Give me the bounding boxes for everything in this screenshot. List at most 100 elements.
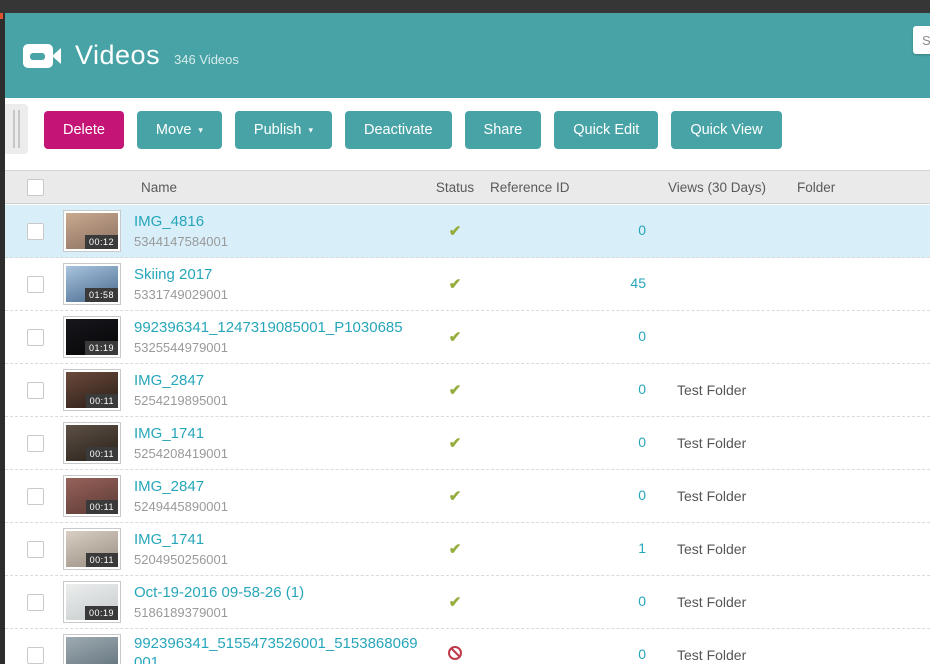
duration-badge: 00:11 [86,394,118,408]
status-active-check-icon: ✔ [449,276,462,293]
row-checkbox[interactable] [27,276,44,293]
duration-badge: 00:19 [85,606,118,620]
views-link[interactable]: 0 [638,487,646,503]
top-chrome-bar [0,0,930,13]
table-row[interactable]: 00:11 IMG_1741 5204950256001 ✔ 1 Test Fo… [5,523,930,576]
status-cell: ✔ [430,275,480,294]
folder-name: Test Folder [650,647,770,663]
status-active-check-icon: ✔ [449,223,462,240]
video-thumbnail[interactable]: 00:11 [63,369,121,411]
status-active-check-icon: ✔ [449,329,462,346]
video-id: 5325544979001 [134,340,420,355]
app-header: Videos 346 Videos [5,13,930,98]
column-header-status[interactable]: Status [430,180,480,195]
video-thumbnail[interactable]: 00:11 [63,422,121,464]
table-row[interactable]: 00:12 IMG_4816 5344147584001 ✔ 0 [5,205,930,258]
row-checkbox[interactable] [27,382,44,399]
video-name-link[interactable]: IMG_1741 [134,531,420,550]
duration-badge: 01:19 [85,341,118,355]
status-cell: ✔ [430,222,480,241]
status-cell: ✔ [430,593,480,612]
row-checkbox[interactable] [27,594,44,611]
views-link[interactable]: 0 [638,434,646,450]
duration-badge: 00:11 [86,447,118,461]
table-row[interactable]: 992396341_5155473526001_5153868069001 0 … [5,629,930,664]
panel-grip-handle[interactable] [5,104,28,154]
folder-name: Test Folder [650,382,770,398]
duration-badge: 00:11 [86,500,118,514]
views-link[interactable]: 1 [638,540,646,556]
video-thumbnail[interactable]: 00:11 [63,528,121,570]
status-active-check-icon: ✔ [449,541,462,558]
select-all-checkbox[interactable] [27,179,44,196]
status-cell: ✔ [430,434,480,453]
video-thumbnail[interactable]: 01:19 [63,316,121,358]
video-thumbnail[interactable]: 00:12 [63,210,121,252]
views-link[interactable]: 45 [630,275,646,291]
video-id: 5331749029001 [134,287,420,302]
video-name-link[interactable]: Oct-19-2016 09-58-26 (1) [134,584,420,603]
table-row[interactable]: 01:58 Skiing 2017 5331749029001 ✔ 45 [5,258,930,311]
row-checkbox[interactable] [27,435,44,452]
table-row[interactable]: 00:11 IMG_2847 5254219895001 ✔ 0 Test Fo… [5,364,930,417]
video-id: 5254219895001 [134,393,420,408]
status-active-check-icon: ✔ [449,488,462,505]
video-camera-icon [23,44,61,68]
search-input[interactable] [913,26,930,54]
video-name-link[interactable]: IMG_1741 [134,425,420,444]
column-header-reference-id[interactable]: Reference ID [480,180,650,195]
left-edge-strip [0,13,5,664]
row-checkbox[interactable] [27,647,44,664]
table-row[interactable]: 00:11 IMG_1741 5254208419001 ✔ 0 Test Fo… [5,417,930,470]
page-title: Videos [75,40,160,71]
toolbar: Delete Move▾ Publish▾ Deactivate Share Quick … [5,98,930,170]
video-id: 5204950256001 [134,552,420,567]
toolbar-button-share[interactable]: Share [465,111,542,149]
toolbar-button-quick-edit[interactable]: Quick Edit [554,111,658,149]
video-name-link[interactable]: Skiing 2017 [134,266,420,285]
toolbar-button-move[interactable]: Move▾ [137,111,222,149]
duration-badge: 00:12 [85,235,118,249]
row-checkbox[interactable] [27,223,44,240]
toolbar-button-quick-view[interactable]: Quick View [671,111,781,149]
toolbar-button-deactivate[interactable]: Deactivate [345,111,452,149]
views-link[interactable]: 0 [638,328,646,344]
video-name-link[interactable]: IMG_2847 [134,478,420,497]
video-thumbnail[interactable]: 00:19 [63,581,121,623]
video-name-link[interactable]: IMG_2847 [134,372,420,391]
row-checkbox[interactable] [27,541,44,558]
views-link[interactable]: 0 [638,381,646,397]
video-thumbnail[interactable]: 00:11 [63,475,121,517]
status-cell [430,646,480,664]
video-id: 5254208419001 [134,446,420,461]
status-active-check-icon: ✔ [449,594,462,611]
video-id: 5344147584001 [134,234,420,249]
video-name-link[interactable]: 992396341_1247319085001_P1030685 [134,319,420,338]
video-thumbnail[interactable]: 01:58 [63,263,121,305]
column-header-folder[interactable]: Folder [770,180,930,195]
folder-name: Test Folder [650,488,770,504]
row-checkbox[interactable] [27,329,44,346]
column-header-views[interactable]: Views (30 Days) [650,180,770,195]
video-id: 5186189379001 [134,605,420,620]
status-active-check-icon: ✔ [449,382,462,399]
row-checkbox[interactable] [27,488,44,505]
status-cell: ✔ [430,328,480,347]
folder-name: Test Folder [650,541,770,557]
folder-name: Test Folder [650,594,770,610]
toolbar-button-delete[interactable]: Delete [44,111,124,149]
column-header-name[interactable]: Name [134,180,430,195]
toolbar-button-publish[interactable]: Publish▾ [235,111,332,149]
status-cell: ✔ [430,487,480,506]
views-link[interactable]: 0 [638,646,646,662]
table-row[interactable]: 00:19 Oct-19-2016 09-58-26 (1) 518618937… [5,576,930,629]
video-name-link[interactable]: IMG_4816 [134,213,420,232]
table-row[interactable]: 00:11 IMG_2847 5249445890001 ✔ 0 Test Fo… [5,470,930,523]
views-link[interactable]: 0 [638,593,646,609]
table-row[interactable]: 01:19 992396341_1247319085001_P1030685 5… [5,311,930,364]
duration-badge: 00:11 [86,553,118,567]
video-thumbnail[interactable] [63,634,121,664]
status-inactive-icon [448,646,462,660]
views-link[interactable]: 0 [638,222,646,238]
video-name-link[interactable]: 992396341_5155473526001_5153868069001 [134,635,420,664]
